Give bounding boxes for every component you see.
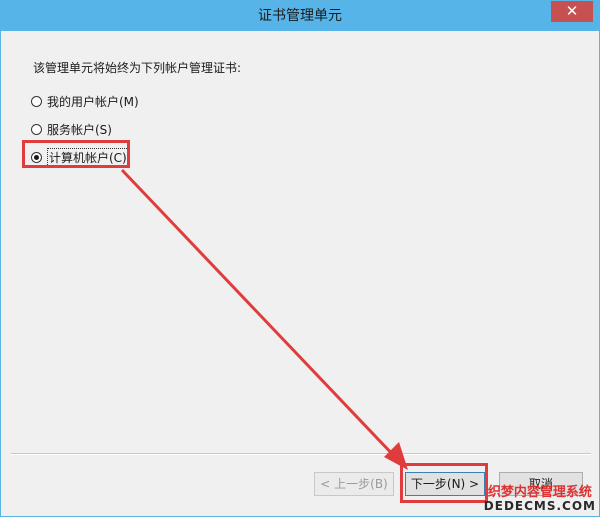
watermark-line1: 织梦内容管理系统: [487, 484, 592, 500]
annotation-arrow-icon: [120, 168, 408, 470]
watermark-line2: DEDECMS.COM: [483, 498, 596, 513]
arrow-head: [384, 442, 408, 470]
arrow-line: [120, 168, 398, 460]
watermark-logo: 织梦内容管理系统 DEDECMS.COM: [483, 484, 596, 513]
